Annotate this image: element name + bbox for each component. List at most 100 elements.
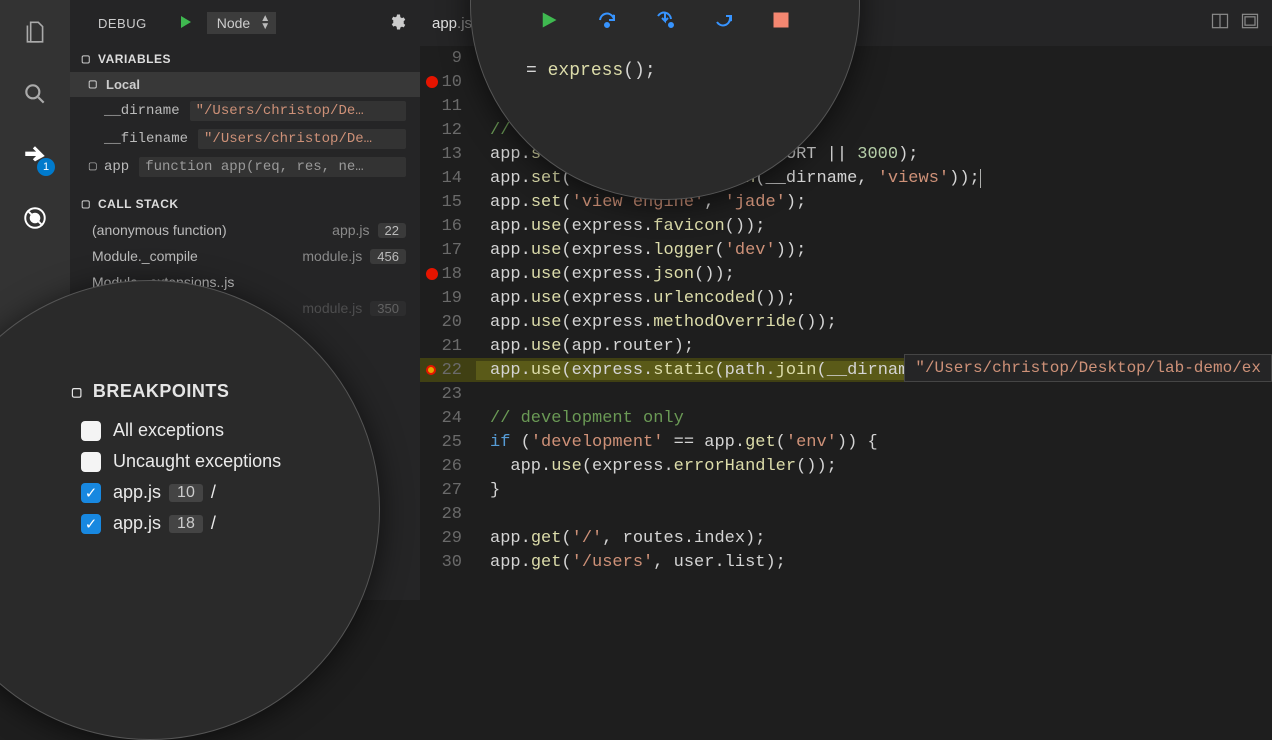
code-line[interactable]: 28 — [420, 502, 1272, 526]
code-line[interactable]: 23 — [420, 382, 1272, 406]
stack-file: module.js — [302, 300, 362, 316]
breakpoint-item[interactable]: ✓ app.js 10 / — [81, 482, 329, 503]
more-icon[interactable] — [1240, 11, 1260, 36]
explorer-icon[interactable] — [21, 18, 49, 46]
checkbox-unchecked-icon[interactable] — [81, 452, 101, 472]
step-out-icon[interactable] — [712, 9, 734, 31]
line-number[interactable]: 18 — [420, 265, 476, 284]
line-number[interactable]: 26 — [420, 457, 476, 476]
variable-name: __filename — [104, 131, 188, 147]
scm-badge: 1 — [37, 158, 55, 176]
checkbox-checked-icon[interactable]: ✓ — [81, 514, 101, 534]
code-content[interactable]: if ('development' == app.get('env')) { — [476, 433, 878, 452]
code-line[interactable]: 30app.get('/users', user.list); — [420, 550, 1272, 574]
breakpoint-dot-icon[interactable] — [426, 365, 436, 375]
search-icon[interactable] — [21, 80, 49, 108]
code-content[interactable]: app.get('/', routes.index); — [476, 529, 765, 548]
bp-path: / — [211, 482, 216, 503]
step-over-icon[interactable] — [596, 9, 618, 31]
line-number[interactable]: 20 — [420, 313, 476, 332]
code-content[interactable]: app.use(express.errorHandler()); — [476, 457, 837, 476]
code-line[interactable]: 18app.use(express.json()); — [420, 262, 1272, 286]
code-content[interactable]: // development only — [476, 409, 684, 428]
lens-code-line: = express(); — [526, 61, 656, 81]
code-content[interactable]: app.use(express.logger('dev')); — [476, 241, 806, 260]
step-into-icon[interactable] — [654, 9, 676, 31]
line-number[interactable]: 27 — [420, 481, 476, 500]
code-line[interactable]: 14app.set('views', path.join(__dirname, … — [420, 166, 1272, 190]
start-debug-icon[interactable] — [177, 14, 193, 33]
line-number[interactable]: 22 — [420, 361, 476, 380]
callstack-section[interactable]: ▢ CALL STACK — [70, 191, 420, 217]
stop-icon[interactable] — [770, 9, 792, 31]
code-content[interactable]: app.use(express.favicon()); — [476, 217, 765, 236]
code-content[interactable]: app.use(app.router); — [476, 337, 694, 356]
debug-config-select[interactable]: Node — [207, 12, 276, 34]
code-content[interactable]: } — [476, 481, 500, 500]
chevron-down-icon: ▢ — [88, 161, 100, 173]
code-content[interactable]: app.use(express.urlencoded()); — [476, 289, 796, 308]
code-line[interactable]: 29app.get('/', routes.index); — [420, 526, 1272, 550]
line-number[interactable]: 29 — [420, 529, 476, 548]
breakpoint-all-exceptions[interactable]: All exceptions — [81, 420, 329, 441]
line-number[interactable]: 13 — [420, 145, 476, 164]
breakpoints-section[interactable]: ▢ BREAKPOINTS — [71, 381, 329, 402]
line-number[interactable]: 10 — [420, 73, 476, 92]
line-number[interactable]: 16 — [420, 217, 476, 236]
continue-icon[interactable] — [538, 9, 560, 31]
variable-row[interactable]: __dirname "/Users/christop/De… — [70, 97, 420, 125]
debug-title: DEBUG — [98, 16, 147, 31]
breakpoint-item[interactable]: ✓ app.js 18 / — [81, 513, 329, 534]
breakpoint-uncaught-exceptions[interactable]: Uncaught exceptions — [81, 451, 329, 472]
split-editor-icon[interactable] — [1210, 11, 1230, 36]
stack-line: 456 — [370, 249, 406, 264]
code-line[interactable]: 19app.use(express.urlencoded()); — [420, 286, 1272, 310]
code-line[interactable]: 24// development only — [420, 406, 1272, 430]
code-line[interactable]: 25if ('development' == app.get('env')) { — [420, 430, 1272, 454]
line-number[interactable]: 25 — [420, 433, 476, 452]
code-line[interactable]: 16app.use(express.favicon()); — [420, 214, 1272, 238]
stack-line: 350 — [370, 301, 406, 316]
bp-file: app.js — [113, 482, 161, 503]
line-number[interactable]: 15 — [420, 193, 476, 212]
debug-icon[interactable] — [21, 204, 49, 232]
stack-frame[interactable]: (anonymous function) app.js 22 — [70, 217, 420, 243]
code-line[interactable]: 17app.use(express.logger('dev')); — [420, 238, 1272, 262]
variables-section[interactable]: ▢ VARIABLES — [70, 46, 420, 72]
breakpoint-dot-icon[interactable] — [426, 76, 438, 88]
code-line[interactable]: 20app.use(express.methodOverride()); — [420, 310, 1272, 334]
local-scope[interactable]: ▢ Local — [70, 72, 420, 97]
stack-line: 22 — [378, 223, 406, 238]
variable-row[interactable]: __filename "/Users/christop/De… — [70, 125, 420, 153]
line-number[interactable]: 19 — [420, 289, 476, 308]
line-number[interactable]: 12 — [420, 121, 476, 140]
line-number[interactable]: 11 — [420, 97, 476, 116]
line-number[interactable]: 17 — [420, 241, 476, 260]
local-label: Local — [106, 77, 140, 92]
gear-icon[interactable] — [388, 13, 406, 34]
variable-row[interactable]: ▢ app function app(req, res, ne… — [70, 153, 420, 181]
code-line[interactable]: 27} — [420, 478, 1272, 502]
bp-line: 18 — [169, 515, 203, 533]
checkbox-unchecked-icon[interactable] — [81, 421, 101, 441]
bp-line: 10 — [169, 484, 203, 502]
line-number[interactable]: 9 — [420, 49, 476, 68]
line-number[interactable]: 24 — [420, 409, 476, 428]
line-number[interactable]: 23 — [420, 385, 476, 404]
line-number[interactable]: 30 — [420, 553, 476, 572]
debug-header: DEBUG Node ▲▼ — [70, 0, 420, 46]
code-content[interactable]: app.use(express.json()); — [476, 265, 735, 284]
bp-path: / — [211, 513, 216, 534]
stack-frame[interactable]: Module._compile module.js 456 — [70, 243, 420, 269]
checkbox-checked-icon[interactable]: ✓ — [81, 483, 101, 503]
line-number[interactable]: 21 — [420, 337, 476, 356]
code-line[interactable]: 26 app.use(express.errorHandler()); — [420, 454, 1272, 478]
code-content[interactable]: app.get('/users', user.list); — [476, 553, 786, 572]
line-number[interactable]: 14 — [420, 169, 476, 188]
line-number[interactable]: 28 — [420, 505, 476, 524]
bp-label: Uncaught exceptions — [113, 451, 281, 472]
code-content[interactable]: app.use(express.methodOverride()); — [476, 313, 837, 332]
breakpoint-dot-icon[interactable] — [426, 268, 438, 280]
scm-icon[interactable]: 1 — [21, 142, 49, 170]
code-line[interactable]: 15app.set('view engine', 'jade'); — [420, 190, 1272, 214]
